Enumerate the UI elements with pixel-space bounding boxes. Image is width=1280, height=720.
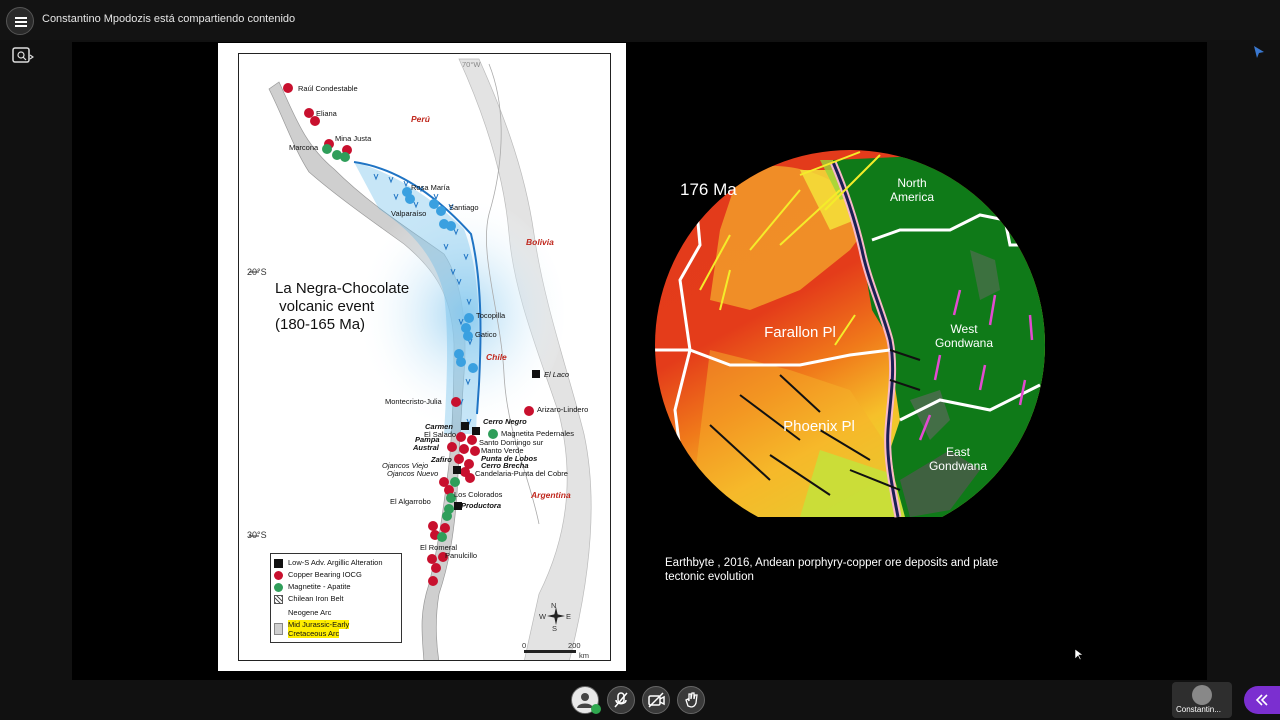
- camera-off-icon[interactable]: [642, 686, 670, 714]
- latitude-20-label: 20°S: [247, 267, 267, 277]
- latitude-30-label: 30°S: [247, 530, 267, 540]
- country-argentina: Argentina: [531, 490, 571, 500]
- deposit-label: Rosa María: [411, 183, 450, 192]
- bottom-bar: [0, 680, 1280, 720]
- participant-avatar: [1192, 685, 1212, 705]
- plate-farallon: Farallon Pl: [764, 324, 836, 341]
- compass-e: E: [566, 612, 572, 621]
- pointer-cursor-icon: [1254, 46, 1264, 58]
- blank-swatch-icon: [274, 609, 283, 618]
- longitude-label: 70°W: [462, 60, 481, 69]
- deposit-label: Valparaíso: [391, 209, 427, 218]
- deposit-label: El Laco: [544, 370, 570, 379]
- deposit-label: Raúl Condestable: [298, 84, 358, 93]
- deposit-label: Arizaro-Lindero: [537, 405, 589, 414]
- deposit-label: Panulcillo: [445, 551, 478, 560]
- mouse-cursor-icon: [1074, 648, 1084, 661]
- scale-end-label: 200: [568, 641, 581, 650]
- compass-n: N: [551, 601, 557, 610]
- deposit-label: Santiago: [449, 203, 479, 212]
- sharing-status-text: Constantino Mpodozis está compartiendo c…: [42, 13, 296, 25]
- deposit-label: Eliana: [316, 109, 337, 118]
- deposit-label: Marcona: [289, 143, 319, 152]
- mic-off-icon[interactable]: [607, 686, 635, 714]
- hand-raise-icon[interactable]: [677, 686, 705, 714]
- scale-unit-label: km: [579, 651, 589, 660]
- deposit-label: Ojancos Nuevo: [387, 469, 439, 478]
- black-square-icon: [274, 559, 283, 568]
- hamburger-menu-icon[interactable]: [6, 7, 34, 35]
- search-panel-icon[interactable]: [12, 47, 34, 67]
- top-bar: Constantino Mpodozis está compartiendo c…: [0, 0, 1280, 40]
- deposit-label: Cerro Negro: [483, 417, 527, 426]
- scale-bar: [524, 650, 576, 653]
- map-legend: Low-S Adv. Argillic Alteration Copper Be…: [270, 553, 402, 643]
- green-circle-icon: [274, 583, 283, 592]
- participant-name: Constantin...: [1176, 705, 1221, 714]
- country-chile: Chile: [486, 352, 507, 362]
- slide-caption: Earthbyte , 2016, Andean porphyry-copper…: [665, 557, 999, 583]
- hatched-swatch-icon: [274, 595, 283, 604]
- map-slide: 70°W Perú Bolivia Chile Argentina 20°S 3…: [218, 43, 626, 671]
- deposit-label: Tocopilla: [476, 311, 506, 320]
- compass-w: W: [539, 612, 547, 621]
- volcanic-event-title: La Negra-Chocolate volcanic event (180-1…: [275, 280, 410, 333]
- reconstruction-age: 176 Ma: [680, 180, 737, 199]
- deposit-label: Magnetita Pedernales: [501, 429, 574, 438]
- deposit-label: Zafiro: [431, 455, 452, 464]
- plate-phoenix: Phoenix Pl: [783, 418, 855, 435]
- plate-north-america: North America: [889, 176, 934, 204]
- deposit-label: Los Colorados: [454, 490, 503, 499]
- plate-east-gondwana: East Gondwana: [928, 445, 988, 473]
- grey-swatch-icon: [274, 623, 283, 635]
- andes-map: 70°W Perú Bolivia Chile Argentina 20°S 3…: [238, 53, 611, 661]
- participant-tile[interactable]: Constantin...: [1172, 682, 1232, 718]
- country-bolivia: Bolivia: [526, 237, 554, 247]
- compass-s: S: [552, 624, 558, 633]
- avatar-icon[interactable]: [571, 686, 601, 714]
- chevron-left-icon[interactable]: [1244, 686, 1280, 714]
- deposit-label: El Algarrobo: [390, 497, 431, 506]
- status-online-icon: [591, 704, 601, 714]
- red-circle-icon: [274, 571, 283, 580]
- country-peru: Perú: [411, 114, 430, 124]
- scale-start-label: 0: [522, 641, 527, 650]
- deposit-label: Productora: [461, 501, 502, 510]
- deposit-label: Austral: [413, 443, 439, 452]
- deposit-label: Candelaria-Punta del Cobre: [475, 469, 568, 478]
- deposit-label: Gatico: [475, 330, 497, 339]
- deposit-label: Montecristo-Julia: [385, 397, 442, 406]
- plate-west-gondwana: West Gondwana: [934, 322, 994, 350]
- deposit-label: Mina Justa: [335, 134, 372, 143]
